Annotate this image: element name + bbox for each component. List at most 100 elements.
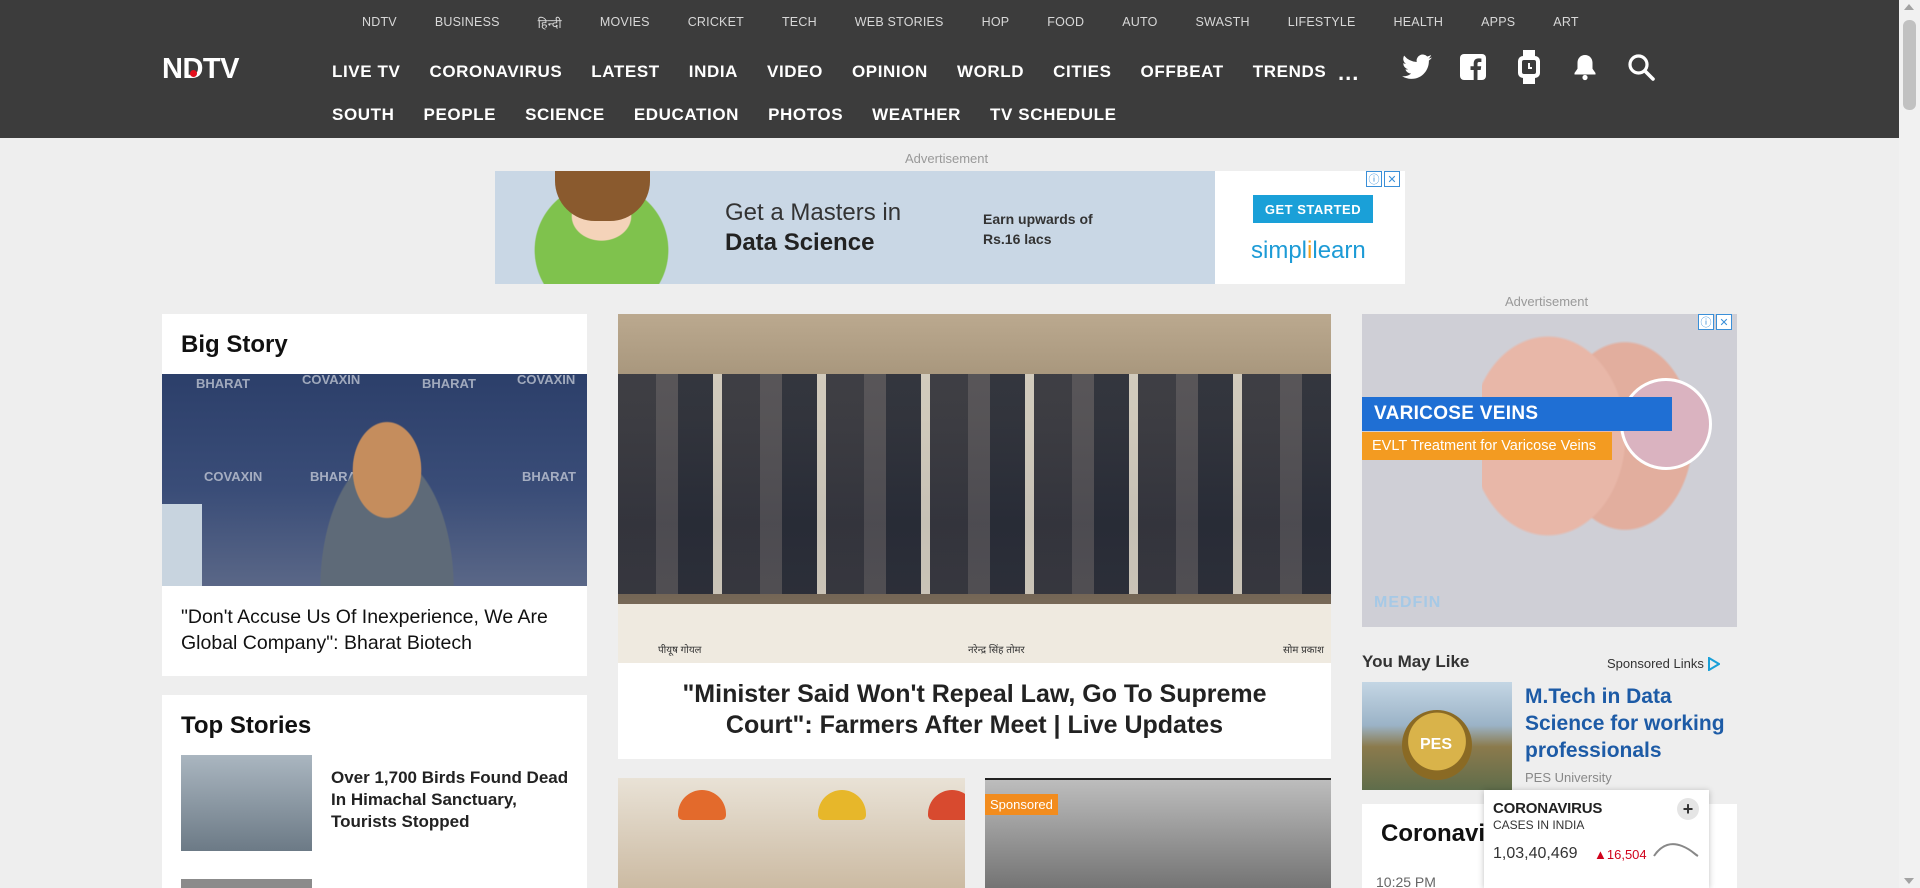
top-nav-business[interactable]: BUSINESS xyxy=(435,15,500,32)
nav-trends[interactable]: TRENDS xyxy=(1253,62,1327,82)
top-nav-food[interactable]: FOOD xyxy=(1047,15,1084,32)
page-scrollbar[interactable] xyxy=(1899,0,1920,888)
covid-case-delta: ▲16,504 xyxy=(1594,847,1647,862)
you-may-like-heading: You May Like xyxy=(1362,652,1470,671)
ad-earn-text: Earn upwards of Rs.16 lacs xyxy=(983,209,1093,249)
search-icon[interactable] xyxy=(1624,50,1658,84)
expand-plus-icon[interactable]: + xyxy=(1677,798,1699,820)
ad-cta-panel: GET STARTED simplilearn xyxy=(1215,171,1405,284)
you-may-like-title[interactable]: M.Tech in Data Science for working profe… xyxy=(1525,683,1735,764)
top-nav-tech[interactable]: TECH xyxy=(782,15,817,32)
watermark-text: BHARAT xyxy=(522,469,576,484)
get-started-button[interactable]: GET STARTED xyxy=(1253,195,1373,223)
lead-story-title[interactable]: "Minister Said Won't Repeal Law, Go To S… xyxy=(638,679,1311,741)
sponsored-badge: Sponsored xyxy=(985,794,1058,815)
covid-cases-widget[interactable]: CORONAVIRUS CASES IN INDIA + 1,03,40,469… xyxy=(1484,790,1709,888)
image-turban xyxy=(818,790,866,820)
brand-part-a: simpl xyxy=(1251,237,1308,264)
image-crowd xyxy=(618,374,1331,594)
ad-headline-1: Get a Masters in xyxy=(725,199,902,226)
facebook-icon[interactable] xyxy=(1456,50,1490,84)
sponsored-links-label: Sponsored Links xyxy=(1607,656,1704,671)
image-caption-right: सोम प्रकाश xyxy=(1283,645,1324,656)
nav-science[interactable]: SCIENCE xyxy=(525,105,605,125)
image-caption-left: पीयूष गोयल xyxy=(658,645,702,656)
image-turban xyxy=(928,790,965,820)
top-nav-art[interactable]: ART xyxy=(1553,15,1578,32)
nav-coronavirus[interactable]: CORONAVIRUS xyxy=(429,62,562,82)
nav-video[interactable]: VIDEO xyxy=(767,62,823,82)
top-nav-swasth[interactable]: SWASTH xyxy=(1196,15,1250,32)
ad-banner-title: VARICOSE VEINS xyxy=(1362,397,1672,431)
big-story-title[interactable]: "Don't Accuse Us Of Inexperience, We Are… xyxy=(181,604,571,656)
more-menu-button[interactable]: ... xyxy=(1338,60,1359,86)
watermark-text: COVAXIN xyxy=(204,469,263,484)
top-nav-auto[interactable]: AUTO xyxy=(1122,15,1157,32)
nav-india[interactable]: INDIA xyxy=(689,62,738,82)
story-thumbnail[interactable] xyxy=(181,879,312,888)
nav-weather[interactable]: WEATHER xyxy=(872,105,961,125)
nav-offbeat[interactable]: OFFBEAT xyxy=(1141,62,1224,82)
you-may-like-thumbnail[interactable]: PES xyxy=(1362,682,1512,790)
nav-opinion[interactable]: OPINION xyxy=(852,62,928,82)
twitter-icon[interactable] xyxy=(1400,50,1434,84)
nav-latest[interactable]: LATEST xyxy=(591,62,659,82)
scroll-up-arrow-icon[interactable] xyxy=(1904,4,1914,10)
top-banner-ad[interactable]: Get a Masters in Data Science Earn upwar… xyxy=(495,171,1405,284)
top-nav-health[interactable]: HEALTH xyxy=(1394,15,1444,32)
thumbnail-text: PES xyxy=(1420,736,1453,753)
top-ad-controls: ⓘ ✕ xyxy=(1366,171,1400,187)
watermark-text: BHARAT xyxy=(422,376,476,391)
story-image[interactable] xyxy=(618,778,965,888)
nav-live-tv[interactable]: LIVE TV xyxy=(332,62,400,82)
ad-label-right: Advertisement xyxy=(1505,294,1589,309)
right-side-ad[interactable]: VARICOSE VEINS EVLT Treatment for Varico… xyxy=(1362,314,1737,627)
ad-close-icon[interactable]: ✕ xyxy=(1716,314,1732,330)
site-header: NDTV BUSINESS हिन्दी MOVIES CRICKET TECH… xyxy=(0,0,1899,138)
lead-story-image[interactable]: पीयूष गोयल नरेन्द्र सिंह तोमर सोम प्रकाश xyxy=(618,314,1331,663)
story-title[interactable]: Over 1,700 Birds Found Dead In Himachal … xyxy=(331,767,571,833)
logo-text: NDTV xyxy=(162,53,239,85)
ad-legs-image xyxy=(1482,314,1702,627)
ndtv-logo[interactable]: NDTV xyxy=(162,53,288,86)
ad-close-icon[interactable]: ✕ xyxy=(1384,171,1400,187)
story-thumbnail[interactable] xyxy=(181,755,312,851)
top-nav-web-stories[interactable]: WEB STORIES xyxy=(855,15,944,32)
image-caption-mid: नरेन्द्र सिंह तोमर xyxy=(968,645,1025,656)
up-triangle-icon: ▲ xyxy=(1594,847,1607,862)
big-story-image[interactable]: BHARAT COVAXIN BHARAT COVAXIN COVAXIN BH… xyxy=(162,374,587,586)
top-stories-card: Top Stories Over 1,700 Birds Found Dead … xyxy=(162,695,587,888)
ad-info-icon[interactable]: ⓘ xyxy=(1366,171,1382,187)
scroll-down-arrow-icon[interactable] xyxy=(1904,878,1914,884)
top-nav-movies[interactable]: MOVIES xyxy=(600,15,650,32)
sponsored-links[interactable]: Sponsored Links xyxy=(1607,656,1720,671)
image-person xyxy=(302,419,472,586)
covid-widget-title: CORONAVIRUS xyxy=(1493,800,1603,817)
top-nav-lifestyle[interactable]: LIFESTYLE xyxy=(1288,15,1356,32)
simplilearn-logo: simplilearn xyxy=(1251,237,1366,265)
sponsored-story-image[interactable]: Sponsored xyxy=(985,778,1331,888)
nav-people[interactable]: PEOPLE xyxy=(424,105,497,125)
nav-education[interactable]: EDUCATION xyxy=(634,105,739,125)
brand-part-c: learn xyxy=(1312,237,1366,264)
sub-nav: SOUTH PEOPLE SCIENCE EDUCATION PHOTOS WE… xyxy=(332,105,1146,125)
ad-info-icon[interactable]: ⓘ xyxy=(1698,314,1714,330)
top-nav-hindi[interactable]: हिन्दी xyxy=(538,15,562,32)
top-nav-ndtv[interactable]: NDTV xyxy=(362,15,397,32)
top-nav-apps[interactable]: APPS xyxy=(1481,15,1515,32)
watermark-text: COVAXIN xyxy=(517,374,576,387)
top-nav-cricket[interactable]: CRICKET xyxy=(688,15,744,32)
smartwatch-icon[interactable] xyxy=(1512,50,1546,84)
top-nav-hop[interactable]: HOP xyxy=(982,15,1010,32)
watermark-text: COVAXIN xyxy=(302,374,361,387)
nav-tv-schedule[interactable]: TV SCHEDULE xyxy=(990,105,1117,125)
scrollbar-thumb[interactable] xyxy=(1903,20,1916,110)
nav-cities[interactable]: CITIES xyxy=(1053,62,1111,82)
ad-banner-subtitle: EVLT Treatment for Varicose Veins xyxy=(1362,432,1612,460)
nav-south[interactable]: SOUTH xyxy=(332,105,395,125)
logo-red-dot xyxy=(190,70,197,77)
bell-icon[interactable] xyxy=(1568,50,1602,84)
nav-world[interactable]: WORLD xyxy=(957,62,1024,82)
nav-photos[interactable]: PHOTOS xyxy=(768,105,843,125)
ad-label-top: Advertisement xyxy=(905,151,989,166)
